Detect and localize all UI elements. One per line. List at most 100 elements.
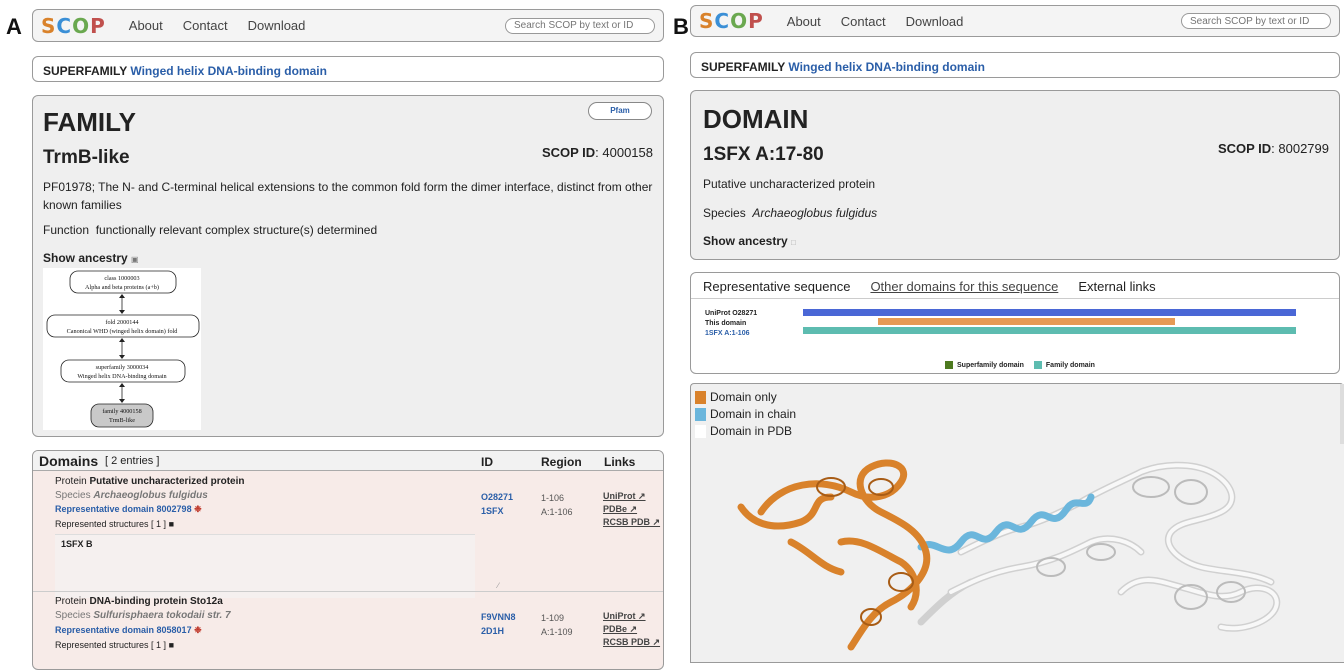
links-cell[interactable]: UniProt ↗ PDBe ↗ RCSB PDB ↗ [603,610,660,649]
scop-logo[interactable]: SCOP [41,14,105,38]
tab-bar: Representative sequence Other domains fo… [691,273,1339,299]
rep-domain-link[interactable]: Representative domain 8002798 ❉ [55,504,202,515]
protein-3d-structure [737,459,1281,651]
seq-legend: Superfamily domain Family domain [945,361,1095,369]
nav-contact-link[interactable]: Contact [841,14,886,29]
species-row: Species Sulfurisphaera tokodaii str. 7 [55,610,231,621]
viewer-legend: Domain only Domain in chain Domain in PD… [695,389,796,440]
region-cell: 1-106 A:1-106 [541,493,573,517]
panel-label-a: A [6,14,22,39]
legend-domain-pdb: Domain in PDB [695,423,796,440]
protein-row: Protein DNA-binding protein Sto12a [55,596,223,607]
rcsb-link[interactable]: RCSB PDB ↗ [603,636,660,649]
domains-title: Domains [39,453,99,469]
seq-label-this-domain: This domain [705,320,747,327]
nav-download-link[interactable]: Download [906,14,964,29]
superfamily-link[interactable]: Winged helix DNA-binding domain [130,64,327,78]
resize-handle-icon[interactable]: ∕ [498,581,499,590]
scop-id: SCOP ID: 8002799 [1217,141,1329,156]
toggle-icon: ▣ [131,255,139,264]
uniprot-bar [803,309,1296,316]
pdbe-link[interactable]: PDBe ↗ [603,503,660,516]
id-cell[interactable]: F9VNN8 2D1H [481,610,516,638]
domains-table: Domains [ 2 entries ] ID Region Links Pr… [32,450,664,670]
structure-viewer[interactable]: Domain only Domain in chain Domain in PD… [690,383,1344,663]
family-card: FAMILY Pfam TrmB-like SCOP ID: 4000158 P… [32,95,664,437]
ancestry-node-fold-id: fold 2000144 [105,319,138,326]
col-region-header: Region [541,455,582,469]
superfamily-link[interactable]: Winged helix DNA-binding domain [788,60,985,74]
search-input[interactable] [1181,13,1331,29]
domains-table-header: Domains [ 2 entries ] ID Region Links [33,451,663,471]
show-ancestry-toggle[interactable]: Show ancestry ▣ [43,251,139,265]
superfamily-label: SUPERFAMILY [43,64,128,78]
ancestry-node-family-name: TrmB-like [109,417,135,424]
top-nav-bar: SCOP About Contact Download [690,5,1340,37]
id-cell[interactable]: O28271 1SFX [481,490,513,518]
scop-logo[interactable]: SCOP [699,9,763,33]
ancestry-node-fold-name: Canonical WHD (winged helix domain) fold [67,328,179,335]
ancestry-node-class-id: class 1000003 [104,275,139,282]
superfamily-swatch [945,361,953,369]
nav-download-link[interactable]: Download [248,18,306,33]
top-nav-bar: SCOP About Contact Download [32,9,664,42]
show-ancestry-toggle[interactable]: Show ancestry □ [703,234,796,248]
tab-other-domains[interactable]: Other domains for this sequence [870,279,1058,294]
rcsb-link[interactable]: RCSB PDB ↗ [603,516,660,529]
function-row: Function functionally relevant complex s… [43,223,378,237]
family-bar [803,327,1296,334]
seq-label-chain[interactable]: 1SFX A:1-106 [705,330,749,337]
domain-bar [878,318,1175,325]
species-row: Species Archaeoglobus fulgidus [703,206,878,220]
structure-icon: ❉ [194,504,202,514]
domain-name: 1SFX A:17-80 [703,144,824,165]
protein-row: Protein Putative uncharacterized protein [55,476,245,487]
sequence-panel: Representative sequence Other domains fo… [690,272,1340,374]
table-row: Protein DNA-binding protein Sto12a Speci… [33,591,663,669]
viewer-scrollbar[interactable] [1340,384,1344,444]
species-row: Species Archaeoglobus fulgidus [55,490,208,501]
domains-count: [ 2 entries ] [105,455,160,467]
links-cell[interactable]: UniProt ↗ PDBe ↗ RCSB PDB ↗ [603,490,660,529]
structure-item[interactable]: 1SFX B [61,539,93,549]
family-swatch [1033,361,1042,369]
folder-icon: ■ [168,640,175,650]
uniprot-link[interactable]: UniProt ↗ [603,490,660,503]
ancestry-node-superfamily-name: Winged helix DNA-binding domain [77,373,166,380]
represented-structures[interactable]: Represented structures [ 1 ] ■ [55,519,174,529]
superfamily-label: SUPERFAMILY [701,60,786,74]
folder-icon: ■ [168,519,175,529]
structure-icon: ❉ [194,625,202,635]
represented-structures[interactable]: Represented structures [ 1 ] ■ [55,640,174,650]
page-title: FAMILY [43,107,136,137]
search-input[interactable] [505,17,655,34]
seq-label-uniprot: UniProt O28271 [705,310,758,317]
structure-list: 1SFX B ∕ [55,534,499,598]
pdbe-link[interactable]: PDBe ↗ [603,623,660,636]
superfamily-bar: SUPERFAMILY Winged helix DNA-binding dom… [690,52,1340,78]
tab-representative-sequence[interactable]: Representative sequence [703,279,850,294]
panel-label-b: B [673,14,689,39]
toggle-icon: □ [791,238,796,247]
nav-about-link[interactable]: About [787,14,821,29]
ancestry-node-class-name: Alpha and beta proteins (a+b) [85,284,159,291]
pfam-button[interactable]: Pfam [588,102,652,120]
col-links-header: Links [604,455,636,469]
ancestry-graph: class 1000003 Alpha and beta proteins (a… [43,268,201,430]
domain-card: DOMAIN 1SFX A:17-80 SCOP ID: 8002799 Put… [690,90,1340,260]
superfamily-bar: SUPERFAMILY Winged helix DNA-binding dom… [32,56,664,82]
uniprot-link[interactable]: UniProt ↗ [603,610,660,623]
col-id-header: ID [481,455,493,469]
nav-contact-link[interactable]: Contact [183,18,228,33]
rep-domain-link[interactable]: Representative domain 8058017 ❉ [55,625,202,636]
family-description: PF01978; The N- and C-terminal helical e… [43,180,653,212]
ancestry-graph-svg: class 1000003 Alpha and beta proteins (a… [46,270,200,428]
tab-external-links[interactable]: External links [1078,279,1155,294]
ancestry-node-family-id: family 4000158 [102,408,141,415]
ancestry-node-superfamily-id: superfamily 3000034 [96,364,149,371]
scop-id: SCOP ID: 4000158 [541,145,653,160]
nav-about-link[interactable]: About [129,18,163,33]
region-cell: 1-109 A:1-109 [541,613,573,637]
domain-description: Putative uncharacterized protein [703,177,876,191]
legend-domain-only: Domain only [695,389,796,406]
